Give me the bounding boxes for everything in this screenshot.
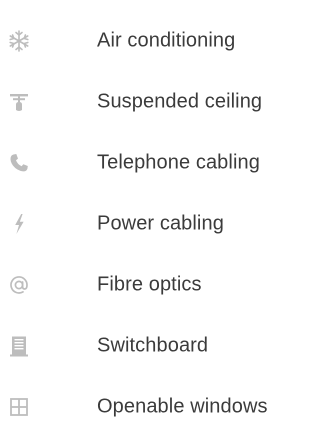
feature-label: Telephone cabling bbox=[97, 151, 260, 173]
window-icon bbox=[6, 394, 32, 420]
snowflake-icon bbox=[6, 28, 32, 54]
list-item-power-cabling: Power cabling bbox=[0, 193, 310, 254]
list-item-switchboard: Switchboard bbox=[0, 315, 310, 376]
feature-label: Power cabling bbox=[97, 212, 224, 234]
at-sign-icon bbox=[6, 272, 32, 298]
ceiling-lamp-icon bbox=[6, 89, 32, 115]
list-item-suspended-ceiling: Suspended ceiling bbox=[0, 71, 310, 132]
feature-label: Air conditioning bbox=[97, 29, 236, 51]
feature-list: Air conditioning Suspended ceiling Telep… bbox=[0, 10, 310, 437]
feature-label: Openable windows bbox=[97, 395, 268, 417]
feature-label: Switchboard bbox=[97, 334, 209, 356]
list-item-telephone-cabling: Telephone cabling bbox=[0, 132, 310, 193]
list-item-openable-windows: Openable windows bbox=[0, 376, 310, 437]
phone-icon bbox=[6, 150, 32, 176]
lightning-icon bbox=[6, 211, 32, 237]
switchboard-icon bbox=[6, 333, 32, 359]
feature-label: Fibre optics bbox=[97, 273, 202, 295]
list-item-air-conditioning: Air conditioning bbox=[0, 10, 310, 71]
feature-label: Suspended ceiling bbox=[97, 90, 263, 112]
list-item-fibre-optics: Fibre optics bbox=[0, 254, 310, 315]
